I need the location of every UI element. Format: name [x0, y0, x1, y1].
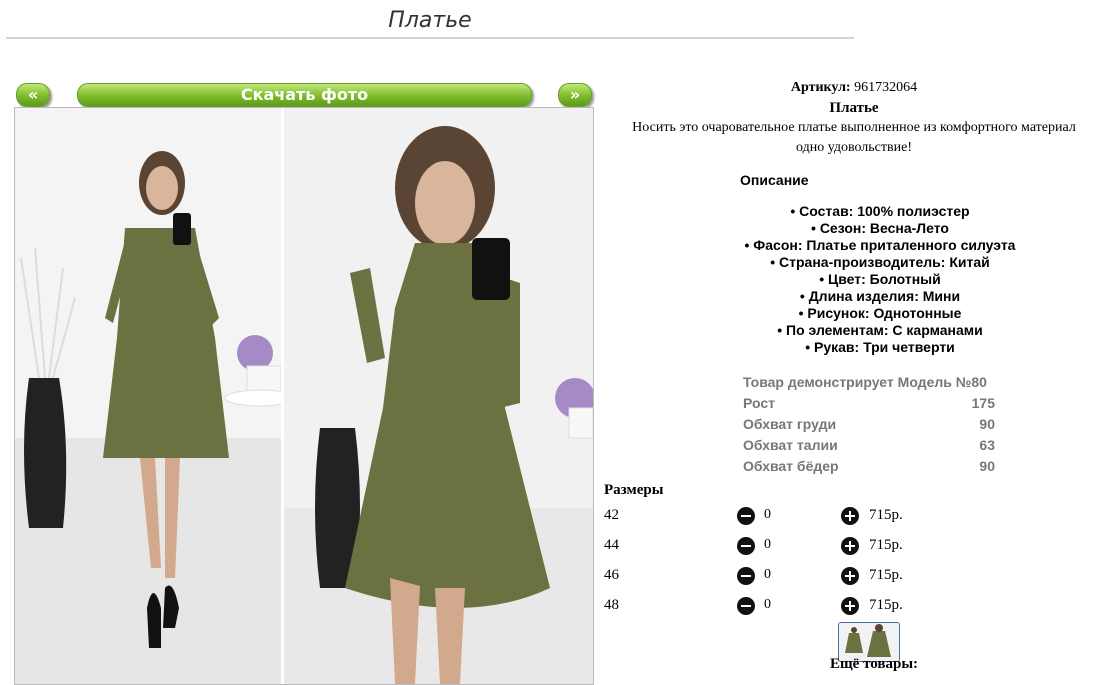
minus-icon[interactable] [737, 507, 755, 525]
article-label: Артикул: [790, 80, 851, 95]
model-row-label: Обхват груди [743, 416, 837, 432]
model-row-value: 90 [979, 416, 995, 432]
spec-item: • Состав: 100% полиэстер [790, 203, 970, 219]
model-row: Обхват бёдер 90 [743, 456, 995, 477]
spec-item: • Фасон: Платье приталенного силуэта [744, 237, 1016, 253]
product-photo-image [15, 108, 593, 684]
product-info: Артикул: 961732064 Платье Носить это оча… [598, 78, 1110, 158]
article-line: Артикул: 961732064 [598, 78, 1110, 98]
model-row-label: Обхват талии [743, 437, 838, 453]
prev-photo-button[interactable]: « [16, 83, 50, 107]
quantity-value: 0 [764, 597, 771, 612]
sizes-heading: Размеры [604, 482, 664, 498]
quantity-value: 0 [764, 567, 771, 582]
description-heading: Описание [740, 172, 809, 188]
model-row-value: 90 [979, 458, 995, 474]
model-measurements: Товар демонстрирует Модель №80 Рост 175 О… [743, 372, 995, 477]
size-label: 46 [604, 567, 619, 583]
size-row: 46 0 715р. [604, 565, 1024, 589]
spec-item: • Цвет: Болотный [819, 271, 941, 287]
model-heading: Товар демонстрирует Модель №80 [743, 374, 987, 390]
size-row: 42 0 715р. [604, 505, 1024, 529]
plus-icon[interactable] [841, 537, 859, 555]
next-photo-button[interactable]: » [558, 83, 592, 107]
minus-icon[interactable] [737, 567, 755, 585]
spec-item: • Длина изделия: Мини [799, 288, 961, 304]
spec-item: • Сезон: Весна-Лето [811, 220, 949, 236]
product-description-line2: одно удовольствие! [796, 140, 912, 155]
spec-item: • Страна-производитель: Китай [770, 254, 990, 270]
plus-icon[interactable] [841, 597, 859, 615]
quantity-value: 0 [764, 537, 771, 552]
size-label: 44 [604, 537, 619, 553]
more-products-heading: Ещё товары: [830, 656, 919, 672]
title-divider [6, 37, 854, 39]
price: 715р. [869, 567, 903, 583]
product-name: Платье [829, 100, 879, 116]
model-row-value: 175 [971, 395, 995, 411]
model-row: Обхват груди 90 [743, 414, 995, 435]
spec-item: • Рисунок: Однотонные [798, 305, 962, 321]
plus-icon[interactable] [841, 507, 859, 525]
model-row: Обхват талии 63 [743, 435, 995, 456]
size-label: 48 [604, 597, 619, 613]
size-label: 42 [604, 507, 619, 523]
price: 715р. [869, 597, 903, 613]
specs-list: • Состав: 100% полиэстер • Сезон: Весна-… [720, 203, 1040, 356]
product-description-line1: Носить это очаровательное платье выполне… [632, 120, 1076, 135]
price: 715р. [869, 507, 903, 523]
spec-item: • Рукав: Три четверти [805, 339, 955, 355]
size-row: 44 0 715р. [604, 535, 1024, 559]
plus-icon[interactable] [841, 567, 859, 585]
model-row-label: Рост [743, 395, 775, 411]
model-row-label: Обхват бёдер [743, 458, 839, 474]
minus-icon[interactable] [737, 597, 755, 615]
product-photo [14, 107, 594, 685]
model-row-value: 63 [979, 437, 995, 453]
price: 715р. [869, 537, 903, 553]
minus-icon[interactable] [737, 537, 755, 555]
page-title: Платье [388, 8, 472, 33]
size-row: 48 0 715р. [604, 595, 1024, 619]
spec-item: • По элементам: С карманами [777, 322, 983, 338]
model-row: Рост 175 [743, 393, 995, 414]
article-number: 961732064 [854, 80, 918, 95]
quantity-value: 0 [764, 507, 771, 522]
download-photo-button[interactable]: Скачать фото [77, 83, 532, 107]
